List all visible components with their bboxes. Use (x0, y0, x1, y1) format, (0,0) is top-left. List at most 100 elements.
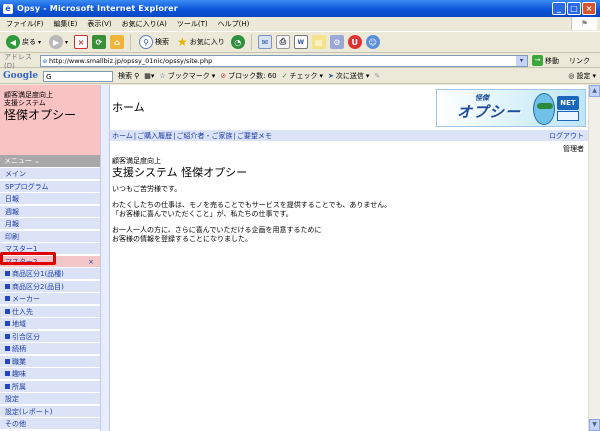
print-icon[interactable]: ⎙ (275, 35, 290, 49)
refresh-icon[interactable]: ⟳ (92, 35, 107, 49)
sidebar-item-label: その他 (5, 420, 26, 428)
google-settings-button[interactable]: ◎ 設定 ▾ (568, 71, 596, 81)
windows-flag-icon: ⚑ (571, 17, 597, 30)
sidebar-item[interactable]: 引合区分 (0, 330, 100, 343)
sidebar-item-label: SPプログラム (5, 182, 49, 191)
sidebar-item[interactable]: 所属 (0, 380, 100, 393)
menu-file[interactable]: ファイル(F) (6, 19, 44, 29)
bullet-square-icon (5, 383, 10, 389)
sidebar-item-label: メイン (5, 170, 26, 178)
bullet-square-icon (5, 371, 10, 376)
forward-button[interactable]: ▶ ▾ (47, 33, 70, 51)
sidebar-item-label: 続柄 (12, 345, 26, 353)
user-role: 管理者 (563, 145, 584, 153)
brand-line2: 支援システム (4, 99, 46, 107)
nav-referrer-family-link[interactable]: ご紹介者・ご家族 (177, 131, 233, 141)
spellcheck-button[interactable]: ✓ チェック ▾ (282, 71, 323, 81)
bookmarks-button[interactable]: ☆ ブックマーク ▾ (159, 71, 215, 81)
menu-edit[interactable]: 編集(E) (54, 19, 78, 29)
sidebar-item[interactable]: 商品区分2(品目) (0, 280, 100, 293)
sidebar-item[interactable]: 商品区分1(品種) (0, 268, 100, 280)
sidebar-item[interactable]: SPプログラム (0, 180, 100, 193)
sidebar-item[interactable]: 設定 (0, 393, 100, 405)
bullet-square-icon (5, 346, 10, 351)
highlight-annotation (0, 252, 56, 265)
maximize-button[interactable]: □ (567, 2, 581, 15)
welcome-text: 顧客満足度向上 支援システム 怪傑オプシー いつもご苦労様です。 わたくしたちの… (112, 157, 552, 252)
nav-request-memo-link[interactable]: ご要望メモ (237, 131, 272, 141)
discuss-icon[interactable]: ▤ (311, 35, 326, 49)
nav-purchase-history-link[interactable]: ご購入履歴 (137, 131, 172, 141)
sidebar-item[interactable]: 趣味 (0, 368, 100, 380)
sidebar-item-label: 引合区分 (12, 332, 40, 341)
menu-tools[interactable]: ツール(T) (177, 19, 208, 29)
close-icon[interactable]: × (88, 256, 94, 268)
sidebar-item[interactable]: 週報 (0, 205, 100, 218)
browser-viewport: 顧客満足度向上 支援システム 怪傑オプシー メニュー ⌄ メイン SPプログラム日… (0, 85, 588, 431)
sidebar-item[interactable]: 日報 (0, 193, 100, 205)
edit-icon[interactable]: W (293, 35, 308, 49)
nav-home-link[interactable]: ホーム (112, 131, 133, 141)
sidebar-item-label: 月報 (5, 220, 19, 228)
menu-favorites[interactable]: お気に入り(A) (122, 19, 167, 29)
search-icon: ⚲ (139, 35, 154, 49)
search-button[interactable]: ⚲ 検索 (137, 33, 171, 51)
search-options-icon: ⚲ (134, 72, 140, 80)
scroll-down-icon[interactable]: ▼ (589, 419, 600, 431)
sidebar-item-label: 印刷 (5, 232, 19, 241)
sidebar-item[interactable]: 設定(レポート) (0, 405, 100, 418)
brand-line1: 顧客満足度向上 (4, 91, 53, 99)
back-arrow-icon: ◀ (6, 35, 20, 49)
links-button[interactable]: リンク (569, 56, 590, 66)
sidebar-item[interactable]: 仕入先 (0, 305, 100, 318)
sidebar: 顧客満足度向上 支援システム 怪傑オプシー メニュー ⌄ メイン SPプログラム日… (0, 85, 100, 431)
lead-subtitle: 顧客満足度向上 (112, 157, 161, 165)
google-search-button[interactable]: 検索 ⚲ (118, 71, 139, 81)
forward-arrow-icon: ▶ (49, 35, 64, 49)
address-input[interactable]: e http://www.smallbiz.jp/opssy_01nic/ops… (40, 54, 528, 67)
sidebar-item[interactable]: メイン (0, 168, 100, 180)
menu-help[interactable]: ヘルプ(H) (218, 19, 250, 29)
back-button[interactable]: ◀ 戻る ▾ (4, 33, 43, 51)
pencil-icon[interactable]: ✎ (374, 72, 380, 80)
net-badge: NET (557, 96, 579, 110)
vertical-scrollbar[interactable]: ▲ ▼ (588, 85, 600, 431)
menu-header: メニュー ⌄ (0, 155, 100, 167)
home-icon[interactable]: ⌂ (110, 35, 125, 49)
google-logo[interactable]: Google (3, 71, 38, 81)
close-button[interactable]: × (582, 2, 596, 15)
sidebar-item-label: メーカー (12, 295, 40, 303)
frame-divider[interactable] (100, 85, 110, 431)
sidebar-item[interactable]: 月報 (0, 218, 100, 230)
scroll-up-icon[interactable]: ▲ (589, 85, 600, 97)
sidebar-item[interactable]: 地域 (0, 318, 100, 330)
address-bar: アドレス(D) e http://www.smallbiz.jp/opssy_0… (0, 53, 600, 70)
people-icon[interactable]: ☺ (365, 35, 380, 49)
popup-blocker-button[interactable]: ⊘ ブロック数: 60 (220, 71, 276, 81)
sidebar-item[interactable]: その他 (0, 418, 100, 430)
google-page-icon[interactable]: ▦▾ (144, 72, 154, 80)
menu-view[interactable]: 表示(V) (87, 19, 111, 29)
sidebar-item[interactable]: メーカー (0, 293, 100, 305)
bullet-square-icon (5, 296, 10, 301)
sidebar-item-label: 設定(レポート) (5, 407, 53, 416)
minimize-button[interactable]: _ (552, 2, 566, 15)
messenger-icon[interactable]: U (347, 35, 362, 49)
research-icon[interactable]: ⚙ (329, 35, 344, 49)
sidebar-item[interactable]: 印刷 (0, 230, 100, 243)
settings-icon: ◎ (568, 72, 575, 80)
sidebar-item-label: 商品区分1(品種) (12, 270, 64, 278)
stop-icon[interactable]: × (74, 35, 89, 49)
logout-link[interactable]: ログアウト (549, 131, 584, 141)
send-to-button[interactable]: ➤ 次に送信 ▾ (328, 71, 369, 81)
bullet-square-icon (5, 308, 10, 314)
address-dropdown-icon[interactable]: ▾ (516, 55, 527, 66)
chevron-down-icon: ▾ (38, 38, 42, 46)
favorites-button[interactable]: ★ お気に入り (175, 33, 227, 51)
google-search-input[interactable]: G (43, 70, 114, 82)
mail-icon[interactable]: ✉ (257, 35, 272, 49)
sidebar-item[interactable]: 職業 (0, 355, 100, 368)
go-button[interactable]: → 移動 (532, 55, 559, 66)
sidebar-item[interactable]: 続柄 (0, 343, 100, 355)
history-icon[interactable]: ◔ (230, 35, 245, 49)
